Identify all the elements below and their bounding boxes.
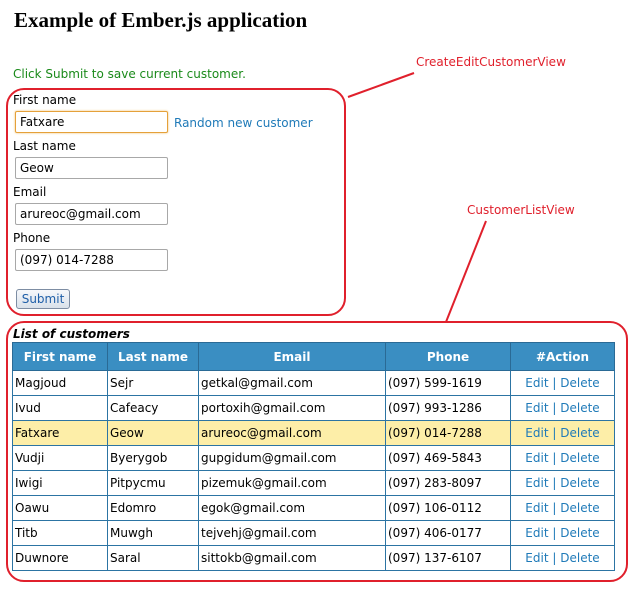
column-header-action: #Action	[510, 342, 615, 371]
customer-table: First name Last name Email Phone #Action…	[12, 342, 615, 571]
delete-link[interactable]: Delete	[560, 376, 599, 390]
delete-link[interactable]: Delete	[560, 526, 599, 540]
callout-line-form	[347, 72, 415, 98]
edit-link[interactable]: Edit	[525, 376, 548, 390]
last-name-label: Last name	[13, 139, 76, 153]
delete-link[interactable]: Delete	[560, 501, 599, 515]
column-header-last-name: Last name	[107, 342, 199, 371]
cell-phone: (097) 014-7288	[385, 420, 511, 446]
submit-button[interactable]: Submit	[16, 289, 70, 309]
cell-action: Edit | Delete	[510, 495, 615, 521]
cell-action: Edit | Delete	[510, 545, 615, 571]
action-separator: |	[552, 551, 557, 565]
random-new-customer-link[interactable]: Random new customer	[174, 116, 313, 130]
cell-action: Edit | Delete	[510, 420, 615, 446]
cell-first-name: Vudji	[12, 445, 108, 471]
cell-email: pizemuk@gmail.com	[198, 470, 386, 496]
cell-first-name: Iwigi	[12, 470, 108, 496]
edit-link[interactable]: Edit	[525, 401, 548, 415]
cell-first-name: Oawu	[12, 495, 108, 521]
cell-phone: (097) 137-6107	[385, 545, 511, 571]
cell-email: tejvehj@gmail.com	[198, 520, 386, 546]
first-name-input[interactable]	[15, 111, 168, 133]
delete-link[interactable]: Delete	[560, 401, 599, 415]
phone-input[interactable]	[15, 249, 168, 271]
last-name-input[interactable]	[15, 157, 168, 179]
cell-last-name: Cafeacy	[107, 395, 199, 421]
edit-link[interactable]: Edit	[525, 426, 548, 440]
cell-phone: (097) 469-5843	[385, 445, 511, 471]
table-row[interactable]: Fatxare Geow arureoc@gmail.com (097) 014-72…	[12, 420, 615, 446]
table-row[interactable]: Oawu Edomro egok@gmail.com (097) 106-0112 Ed…	[12, 495, 615, 521]
email-label: Email	[13, 185, 47, 199]
table-row[interactable]: Iwigi Pitpycmu pizemuk@gmail.com (097) 283-…	[12, 470, 615, 496]
action-separator: |	[552, 426, 557, 440]
cell-first-name: Magjoud	[12, 370, 108, 396]
table-row[interactable]: Titb Muwgh tejvehj@gmail.com (097) 406-0177…	[12, 520, 615, 546]
cell-phone: (097) 106-0112	[385, 495, 511, 521]
action-separator: |	[552, 451, 557, 465]
cell-phone: (097) 283-8097	[385, 470, 511, 496]
column-header-phone: Phone	[385, 342, 511, 371]
delete-link[interactable]: Delete	[560, 476, 599, 490]
delete-link[interactable]: Delete	[560, 426, 599, 440]
cell-last-name: Byerygob	[107, 445, 199, 471]
cell-first-name: Ivud	[12, 395, 108, 421]
delete-link[interactable]: Delete	[560, 551, 599, 565]
edit-link[interactable]: Edit	[525, 501, 548, 515]
edit-link[interactable]: Edit	[525, 526, 548, 540]
edit-link[interactable]: Edit	[525, 451, 548, 465]
cell-action: Edit | Delete	[510, 470, 615, 496]
email-input[interactable]	[15, 203, 168, 225]
cell-first-name: Titb	[12, 520, 108, 546]
table-header-row: First name Last name Email Phone #Action	[12, 342, 615, 371]
action-separator: |	[552, 501, 557, 515]
cell-first-name: Fatxare	[12, 420, 108, 446]
cell-first-name: Duwnore	[12, 545, 108, 571]
table-row[interactable]: Magjoud Sejr getkal@gmail.com (097) 599-161…	[12, 370, 615, 396]
table-row[interactable]: Duwnore Saral sittokb@gmail.com (097) 137-6…	[12, 545, 615, 571]
list-caption: List of customers	[13, 327, 130, 341]
action-separator: |	[552, 526, 557, 540]
cell-last-name: Muwgh	[107, 520, 199, 546]
cell-action: Edit | Delete	[510, 370, 615, 396]
action-separator: |	[552, 401, 557, 415]
cell-email: gupgidum@gmail.com	[198, 445, 386, 471]
cell-last-name: Saral	[107, 545, 199, 571]
cell-phone: (097) 406-0177	[385, 520, 511, 546]
table-row[interactable]: Ivud Cafeacy portoxih@gmail.com (097) 993-1…	[12, 395, 615, 421]
action-separator: |	[552, 376, 557, 390]
callout-line-list	[445, 220, 487, 323]
cell-email: egok@gmail.com	[198, 495, 386, 521]
cell-phone: (097) 599-1619	[385, 370, 511, 396]
cell-action: Edit | Delete	[510, 395, 615, 421]
column-header-first-name: First name	[12, 342, 108, 371]
cell-email: sittokb@gmail.com	[198, 545, 386, 571]
cell-last-name: Geow	[107, 420, 199, 446]
cell-action: Edit | Delete	[510, 445, 615, 471]
cell-email: arureoc@gmail.com	[198, 420, 386, 446]
cell-email: portoxih@gmail.com	[198, 395, 386, 421]
cell-email: getkal@gmail.com	[198, 370, 386, 396]
cell-last-name: Sejr	[107, 370, 199, 396]
edit-link[interactable]: Edit	[525, 476, 548, 490]
delete-link[interactable]: Delete	[560, 451, 599, 465]
cell-last-name: Pitpycmu	[107, 470, 199, 496]
cell-last-name: Edomro	[107, 495, 199, 521]
cell-action: Edit | Delete	[510, 520, 615, 546]
first-name-label: First name	[13, 93, 77, 107]
edit-link[interactable]: Edit	[525, 551, 548, 565]
action-separator: |	[552, 476, 557, 490]
phone-label: Phone	[13, 231, 51, 245]
column-header-email: Email	[198, 342, 386, 371]
table-row[interactable]: Vudji Byerygob gupgidum@gmail.com (097) 469…	[12, 445, 615, 471]
cell-phone: (097) 993-1286	[385, 395, 511, 421]
